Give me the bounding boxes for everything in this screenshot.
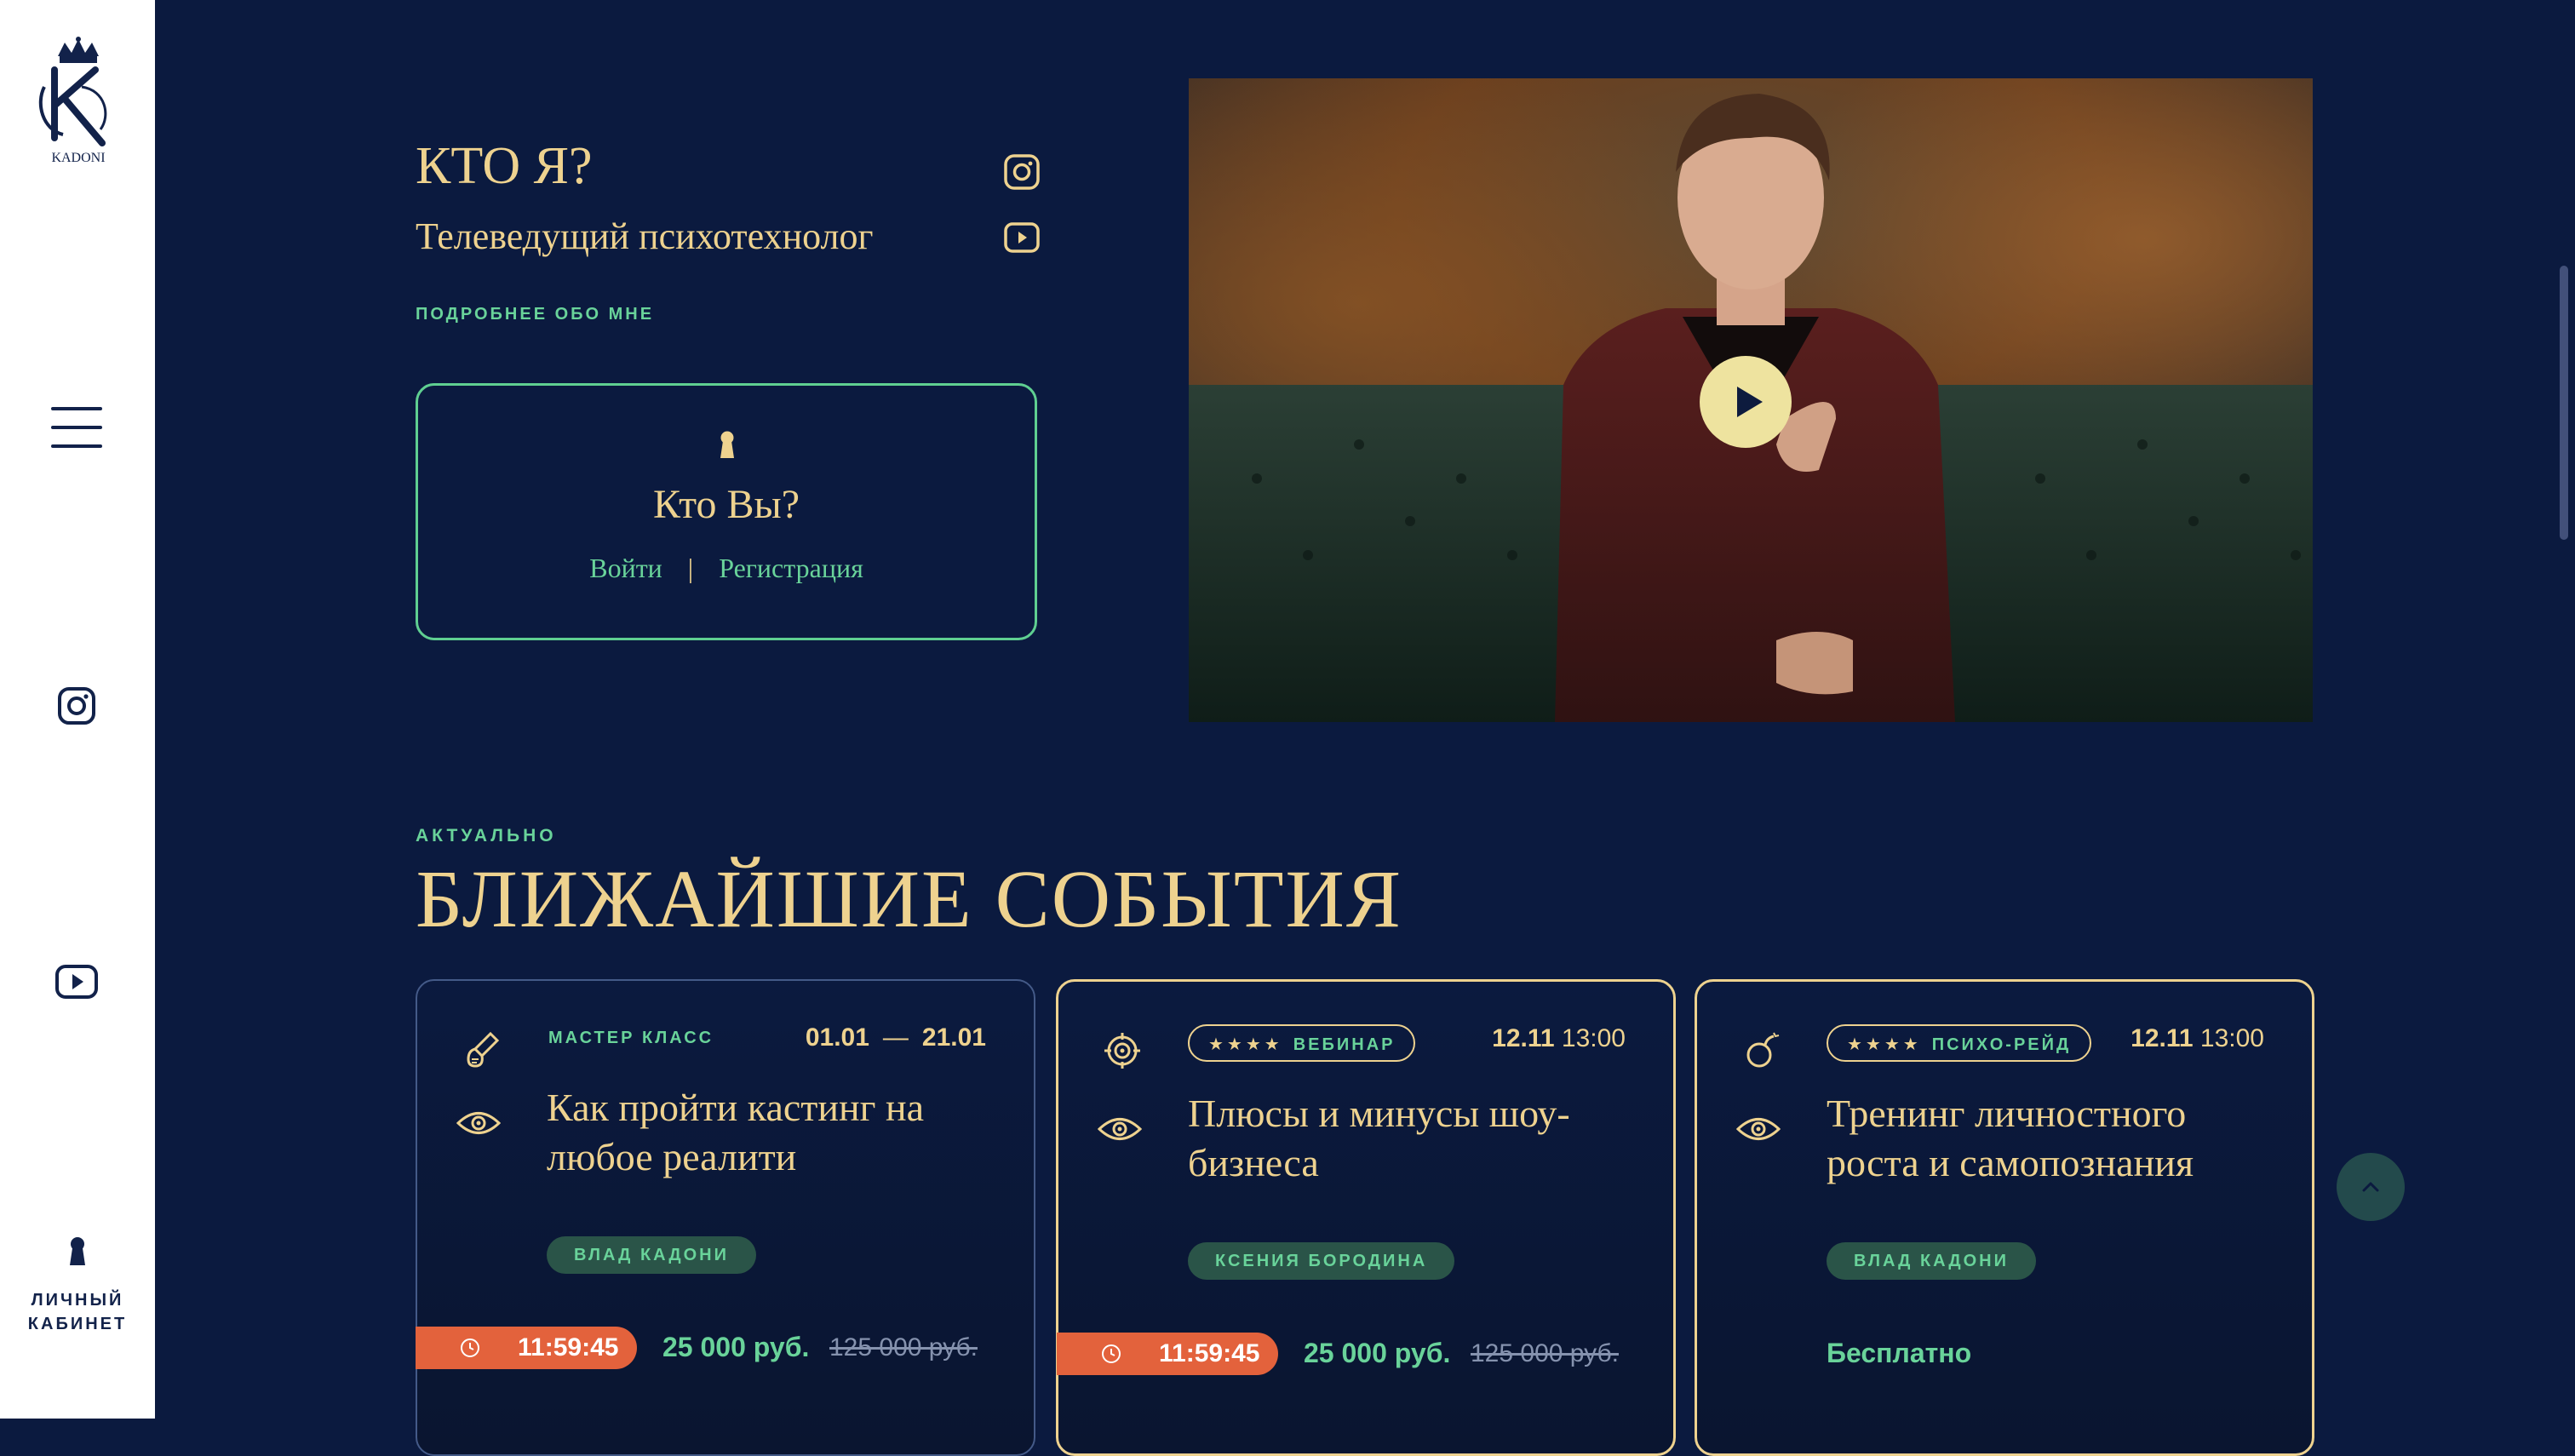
login-box-title: Кто Вы?: [652, 482, 800, 527]
event-date-from: 01.01: [805, 1023, 869, 1052]
about-more-link[interactable]: ПОДРОБНЕЕ ОБО МНЕ: [416, 305, 654, 324]
event-type-badge: ★★★★ ПСИХО-РЕЙД: [1827, 1024, 2092, 1062]
event-type: ПСИХО-РЕЙД: [1931, 1035, 2072, 1054]
scrollbar-thumb[interactable]: [2560, 266, 2568, 540]
event-date-to: 21.01: [921, 1023, 986, 1052]
event-price: Бесплатно: [1827, 1338, 1972, 1368]
eye-icon: [456, 1112, 501, 1134]
events-kicker: АКТУАЛЬНО: [416, 826, 557, 846]
event-date-separator: —: [882, 1023, 909, 1052]
event-timer: 11:59:45: [416, 1327, 637, 1369]
bomb-icon: [1746, 1032, 1780, 1068]
event-date-day: 12.11: [2131, 1024, 2194, 1052]
event-card[interactable]: МАСТЕР КЛАСС 01.01 — 21.01 Как пройти каст…: [416, 979, 1035, 1456]
logo-text: KADONI: [51, 151, 105, 165]
event-author-badge: ВЛАД КАДОНИ: [547, 1236, 756, 1274]
event-card[interactable]: ★★★★ ВЕБИНАР 12.11 13:00 Плюсы и минусы ш…: [1056, 979, 1676, 1456]
about-subtitle: Телеведущий психотехнолог: [416, 215, 874, 257]
keyhole-icon: [70, 1237, 85, 1265]
event-card[interactable]: ★★★★ ПСИХО-РЕЙД 12.11 13:00 Тренинг лично…: [1695, 979, 2314, 1456]
clock-icon: [1102, 1344, 1121, 1363]
event-price: 25 000 руб.: [662, 1332, 810, 1362]
login-box: Кто Вы? Войти | Регистрация: [416, 383, 1037, 640]
instagram-icon[interactable]: [57, 686, 96, 725]
youtube-icon[interactable]: [1003, 221, 1041, 254]
scroll-to-top-button[interactable]: [2337, 1153, 2405, 1221]
instagram-icon[interactable]: [1003, 153, 1041, 191]
events-title: БЛИЖАЙШИЕ СОБЫТИЯ: [416, 853, 1402, 944]
login-links: Войти | Регистрация: [418, 553, 1035, 584]
keyhole-icon: [720, 431, 734, 458]
event-old-price: 125 000 руб.: [829, 1333, 978, 1361]
event-old-price: 125 000 руб.: [1471, 1339, 1619, 1367]
event-title[interactable]: Плюсы и минусы шоу-бизнеса: [1188, 1089, 1648, 1188]
sidebar: KADONI ЛИЧНЫЙ КАБИНЕТ: [0, 0, 155, 1419]
intro-video[interactable]: [1189, 78, 2313, 722]
event-date: 12.11 13:00: [1492, 1024, 1626, 1053]
personal-cabinet-link[interactable]: ЛИЧНЫЙ КАБИНЕТ: [0, 1236, 155, 1336]
brush-icon: [467, 1031, 500, 1068]
event-rating-stars: ★★★★: [1847, 1035, 1922, 1054]
event-author-badge: ВЛАД КАДОНИ: [1827, 1242, 2036, 1280]
event-time: 13:00: [1561, 1024, 1626, 1052]
register-link[interactable]: Регистрация: [719, 553, 863, 583]
event-type: ВЕБИНАР: [1293, 1035, 1396, 1054]
login-separator: |: [687, 553, 694, 583]
eye-icon: [1098, 1118, 1142, 1140]
event-timer-value: 11:59:45: [1159, 1339, 1260, 1367]
menu-button[interactable]: [51, 407, 102, 450]
chevron-up-icon: [2362, 1182, 2379, 1192]
kadoni-logo[interactable]: KADONI: [29, 36, 128, 172]
play-button[interactable]: [1700, 356, 1792, 448]
event-time: 13:00: [2199, 1024, 2264, 1052]
event-type-badge: ★★★★ ВЕБИНАР: [1188, 1024, 1416, 1062]
event-date-day: 12.11: [1492, 1024, 1555, 1052]
event-title[interactable]: Как пройти кастинг на любое реалити: [547, 1083, 1006, 1182]
clock-icon: [461, 1338, 479, 1357]
event-rating-stars: ★★★★: [1208, 1035, 1283, 1054]
login-link[interactable]: Войти: [589, 553, 662, 583]
youtube-icon[interactable]: [54, 962, 99, 1001]
target-icon: [1104, 1033, 1140, 1069]
event-timer-value: 11:59:45: [518, 1333, 619, 1361]
event-date: 12.11 13:00: [2131, 1024, 2264, 1053]
event-price: 25 000 руб.: [1304, 1338, 1451, 1368]
eye-icon: [1736, 1118, 1781, 1140]
event-timer: 11:59:45: [1057, 1333, 1278, 1375]
about-title: КТО Я?: [416, 137, 593, 195]
event-author-badge: КСЕНИЯ БОРОДИНА: [1188, 1242, 1455, 1280]
event-title[interactable]: Тренинг личностного роста и самопознания: [1827, 1089, 2286, 1188]
event-date: 01.01 — 21.01: [806, 1023, 986, 1052]
event-type: МАСТЕР КЛАСС: [548, 1029, 714, 1047]
personal-cabinet-label: ЛИЧНЫЙ КАБИНЕТ: [27, 1291, 128, 1333]
